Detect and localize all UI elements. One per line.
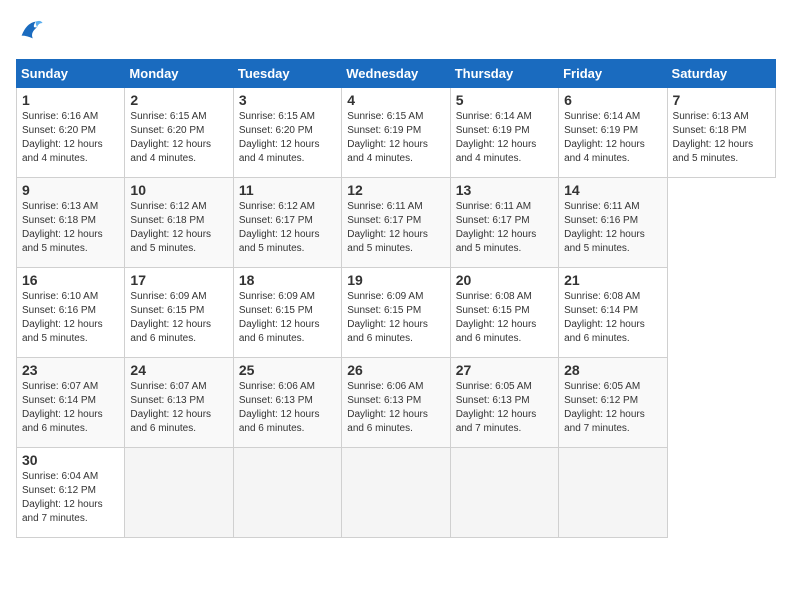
day-number: 25 [239,362,336,378]
calendar-cell: 20 Sunrise: 6:08 AMSunset: 6:15 PMDayligh… [450,268,558,358]
day-info: Sunrise: 6:09 AMSunset: 6:15 PMDaylight:… [239,290,336,346]
day-number: 23 [22,362,119,378]
calendar-cell [233,448,341,538]
calendar-cell: 16 Sunrise: 6:10 AMSunset: 6:16 PMDayligh… [17,268,125,358]
calendar-table: SundayMondayTuesdayWednesdayThursdayFrid… [16,59,776,538]
day-number: 4 [347,92,444,108]
day-info: Sunrise: 6:15 AMSunset: 6:20 PMDaylight:… [239,110,336,166]
day-number: 13 [456,182,553,198]
day-number: 19 [347,272,444,288]
week-row-5: 30 Sunrise: 6:04 AMSunset: 6:12 PMDayligh… [17,448,776,538]
calendar-cell: 18 Sunrise: 6:09 AMSunset: 6:15 PMDayligh… [233,268,341,358]
calendar-cell: 14 Sunrise: 6:11 AMSunset: 6:16 PMDayligh… [559,178,667,268]
col-header-friday: Friday [559,60,667,88]
day-info: Sunrise: 6:12 AMSunset: 6:18 PMDaylight:… [130,200,227,256]
day-number: 28 [564,362,661,378]
day-info: Sunrise: 6:06 AMSunset: 6:13 PMDaylight:… [347,380,444,436]
calendar-cell: 25 Sunrise: 6:06 AMSunset: 6:13 PMDayligh… [233,358,341,448]
day-info: Sunrise: 6:13 AMSunset: 6:18 PMDaylight:… [673,110,770,166]
day-number: 5 [456,92,553,108]
col-header-tuesday: Tuesday [233,60,341,88]
day-number: 20 [456,272,553,288]
calendar-cell: 5 Sunrise: 6:14 AMSunset: 6:19 PMDaylight… [450,88,558,178]
day-number: 7 [673,92,770,108]
calendar-cell: 9 Sunrise: 6:13 AMSunset: 6:18 PMDaylight… [17,178,125,268]
calendar-cell: 6 Sunrise: 6:14 AMSunset: 6:19 PMDaylight… [559,88,667,178]
day-number: 30 [22,452,119,468]
calendar-cell [125,448,233,538]
calendar-cell: 1 Sunrise: 6:16 AMSunset: 6:20 PMDaylight… [17,88,125,178]
day-info: Sunrise: 6:07 AMSunset: 6:14 PMDaylight:… [22,380,119,436]
calendar-cell: 21 Sunrise: 6:08 AMSunset: 6:14 PMDayligh… [559,268,667,358]
week-row-4: 23 Sunrise: 6:07 AMSunset: 6:14 PMDayligh… [17,358,776,448]
day-number: 3 [239,92,336,108]
day-info: Sunrise: 6:14 AMSunset: 6:19 PMDaylight:… [564,110,661,166]
day-number: 21 [564,272,661,288]
day-info: Sunrise: 6:13 AMSunset: 6:18 PMDaylight:… [22,200,119,256]
day-number: 17 [130,272,227,288]
day-number: 11 [239,182,336,198]
logo-icon [16,16,44,49]
calendar-cell: 30 Sunrise: 6:04 AMSunset: 6:12 PMDayligh… [17,448,125,538]
col-header-wednesday: Wednesday [342,60,450,88]
day-number: 14 [564,182,661,198]
col-header-saturday: Saturday [667,60,775,88]
calendar-cell: 11 Sunrise: 6:12 AMSunset: 6:17 PMDayligh… [233,178,341,268]
day-number: 9 [22,182,119,198]
day-number: 27 [456,362,553,378]
col-header-monday: Monday [125,60,233,88]
day-info: Sunrise: 6:05 AMSunset: 6:13 PMDaylight:… [456,380,553,436]
day-info: Sunrise: 6:04 AMSunset: 6:12 PMDaylight:… [22,470,119,526]
calendar-cell: 27 Sunrise: 6:05 AMSunset: 6:13 PMDayligh… [450,358,558,448]
day-number: 24 [130,362,227,378]
day-info: Sunrise: 6:05 AMSunset: 6:12 PMDaylight:… [564,380,661,436]
calendar-cell: 2 Sunrise: 6:15 AMSunset: 6:20 PMDaylight… [125,88,233,178]
day-number: 10 [130,182,227,198]
week-row-2: 9 Sunrise: 6:13 AMSunset: 6:18 PMDaylight… [17,178,776,268]
week-row-3: 16 Sunrise: 6:10 AMSunset: 6:16 PMDayligh… [17,268,776,358]
day-info: Sunrise: 6:06 AMSunset: 6:13 PMDaylight:… [239,380,336,436]
day-number: 2 [130,92,227,108]
calendar-cell [450,448,558,538]
page-header [16,16,776,49]
calendar-cell: 10 Sunrise: 6:12 AMSunset: 6:18 PMDayligh… [125,178,233,268]
calendar-cell: 13 Sunrise: 6:11 AMSunset: 6:17 PMDayligh… [450,178,558,268]
day-info: Sunrise: 6:15 AMSunset: 6:20 PMDaylight:… [130,110,227,166]
day-info: Sunrise: 6:07 AMSunset: 6:13 PMDaylight:… [130,380,227,436]
day-info: Sunrise: 6:09 AMSunset: 6:15 PMDaylight:… [347,290,444,346]
day-number: 18 [239,272,336,288]
calendar-cell: 19 Sunrise: 6:09 AMSunset: 6:15 PMDayligh… [342,268,450,358]
col-header-thursday: Thursday [450,60,558,88]
day-number: 6 [564,92,661,108]
day-info: Sunrise: 6:15 AMSunset: 6:19 PMDaylight:… [347,110,444,166]
day-info: Sunrise: 6:12 AMSunset: 6:17 PMDaylight:… [239,200,336,256]
week-row-1: 1 Sunrise: 6:16 AMSunset: 6:20 PMDaylight… [17,88,776,178]
calendar-cell: 12 Sunrise: 6:11 AMSunset: 6:17 PMDayligh… [342,178,450,268]
day-info: Sunrise: 6:08 AMSunset: 6:15 PMDaylight:… [456,290,553,346]
calendar-cell: 28 Sunrise: 6:05 AMSunset: 6:12 PMDayligh… [559,358,667,448]
day-number: 26 [347,362,444,378]
calendar-cell: 24 Sunrise: 6:07 AMSunset: 6:13 PMDayligh… [125,358,233,448]
day-number: 12 [347,182,444,198]
calendar-cell [342,448,450,538]
day-number: 1 [22,92,119,108]
day-info: Sunrise: 6:16 AMSunset: 6:20 PMDaylight:… [22,110,119,166]
calendar-cell: 17 Sunrise: 6:09 AMSunset: 6:15 PMDayligh… [125,268,233,358]
calendar-cell: 4 Sunrise: 6:15 AMSunset: 6:19 PMDaylight… [342,88,450,178]
day-info: Sunrise: 6:14 AMSunset: 6:19 PMDaylight:… [456,110,553,166]
calendar-cell [559,448,667,538]
day-info: Sunrise: 6:11 AMSunset: 6:17 PMDaylight:… [456,200,553,256]
calendar-cell: 3 Sunrise: 6:15 AMSunset: 6:20 PMDaylight… [233,88,341,178]
day-info: Sunrise: 6:11 AMSunset: 6:17 PMDaylight:… [347,200,444,256]
day-info: Sunrise: 6:08 AMSunset: 6:14 PMDaylight:… [564,290,661,346]
calendar-cell: 7 Sunrise: 6:13 AMSunset: 6:18 PMDaylight… [667,88,775,178]
day-info: Sunrise: 6:09 AMSunset: 6:15 PMDaylight:… [130,290,227,346]
logo [16,16,48,49]
calendar-cell: 26 Sunrise: 6:06 AMSunset: 6:13 PMDayligh… [342,358,450,448]
calendar-cell: 23 Sunrise: 6:07 AMSunset: 6:14 PMDayligh… [17,358,125,448]
day-info: Sunrise: 6:10 AMSunset: 6:16 PMDaylight:… [22,290,119,346]
col-header-sunday: Sunday [17,60,125,88]
day-info: Sunrise: 6:11 AMSunset: 6:16 PMDaylight:… [564,200,661,256]
day-number: 16 [22,272,119,288]
